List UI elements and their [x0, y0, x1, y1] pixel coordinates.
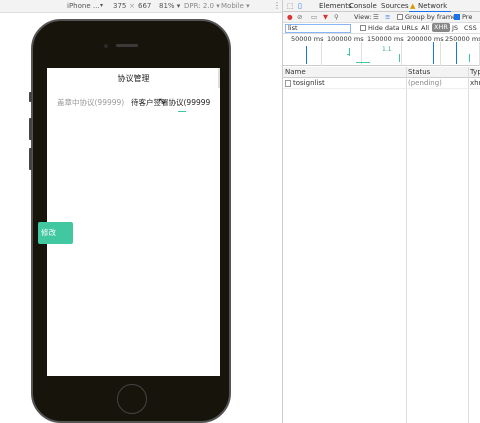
timeline-tick: 250000 ms — [445, 35, 480, 43]
mouse-cursor-icon: ↖ — [158, 97, 166, 107]
checkbox-icon — [360, 25, 366, 31]
device-toolbar: iPhone ... ▾ 375 × 667 81% ▾ DPR: 2.0 ▾ … — [0, 0, 282, 13]
dpr-select[interactable]: DPR: 2.0 ▾ — [184, 2, 220, 10]
checkbox-icon — [454, 14, 460, 20]
gridline — [440, 42, 441, 66]
filter-css[interactable]: CSS — [464, 24, 477, 32]
tab-console[interactable]: Console — [349, 2, 377, 10]
phone-screen: 协议管理 盖章中协议(99999) 待客户签署协议(99999 ↖ — [47, 68, 220, 376]
mute-switch — [29, 92, 32, 102]
waterfall-view-icon[interactable]: ≡ — [385, 13, 390, 21]
request-bar — [433, 42, 434, 64]
request-bar — [306, 46, 307, 64]
network-toolbar: ● ⊘ ▭ ▼ ⚲ View: ☰ ≡ Group by frame Pre — [283, 12, 480, 23]
volume-down-button — [29, 148, 32, 170]
timeline-tick: 150000 ms — [367, 35, 404, 43]
device-toggle-icon[interactable]: ▯ — [298, 2, 302, 10]
tab-sealing-agreements[interactable]: 盖章中协议(99999) — [57, 97, 124, 108]
checkbox-icon — [397, 14, 403, 20]
search-icon[interactable]: ⚲ — [334, 13, 339, 21]
timeline-marker-label: 1.1 — [382, 46, 392, 53]
table-row[interactable]: tosignlist (pending) xhr — [283, 78, 480, 89]
hide-data-urls-label: Hide data URLs — [368, 24, 418, 32]
tab-pending-customer-signature[interactable]: 待客户签署协议(99999 — [131, 97, 210, 108]
filter-bar: list Hide data URLs All XHR JS CSS — [283, 23, 480, 34]
document-icon — [285, 80, 291, 87]
column-header-type[interactable]: Typ — [470, 68, 480, 76]
tab-elements[interactable]: Elements — [319, 2, 352, 10]
column-header-name[interactable]: Name — [285, 68, 306, 76]
active-tab-indicator — [178, 111, 186, 112]
request-bar — [356, 62, 370, 63]
network-overview[interactable]: 50000 ms 100000 ms 150000 ms 200000 ms 2… — [283, 34, 480, 66]
preserve-log-label: Pre — [462, 13, 473, 21]
tab-network[interactable]: Network — [418, 2, 447, 10]
warning-icon: ▲ — [410, 2, 416, 10]
request-bar — [469, 54, 470, 62]
list-view-icon[interactable]: ☰ — [373, 13, 379, 21]
column-divider[interactable] — [468, 67, 469, 423]
clear-icon[interactable]: ⊘ — [297, 13, 302, 21]
gridline — [321, 42, 322, 66]
requests-table-header: Name Status Typ — [283, 67, 480, 78]
filter-all[interactable]: All — [421, 24, 429, 32]
device-model-select[interactable]: iPhone ... — [67, 2, 100, 10]
timeline-tick: 50000 ms — [291, 35, 324, 43]
record-icon[interactable]: ● — [287, 13, 293, 21]
request-status: (pending) — [408, 79, 442, 87]
viewport-height-field[interactable]: 667 — [138, 2, 151, 10]
request-bar — [349, 48, 350, 56]
group-by-frame-checkbox[interactable]: Group by frame — [397, 13, 456, 21]
home-button[interactable] — [117, 384, 147, 414]
filter-input[interactable]: list — [285, 24, 351, 33]
volume-up-button — [29, 118, 32, 140]
request-type: xhr — [470, 79, 480, 87]
filter-xhr[interactable]: XHR — [432, 23, 450, 32]
phone-speaker — [116, 44, 138, 47]
request-bar — [456, 42, 457, 64]
scrollbar[interactable] — [218, 68, 220, 88]
gridline — [401, 42, 402, 66]
timeline-tick: 200000 ms — [407, 35, 444, 43]
page-title: 协议管理 — [117, 74, 150, 83]
front-camera — [104, 44, 108, 48]
timeline-tick: 100000 ms — [327, 35, 364, 43]
view-label: View: — [354, 13, 372, 21]
more-options-icon[interactable]: ⋮ — [273, 1, 281, 10]
column-divider[interactable] — [406, 67, 407, 423]
column-header-status[interactable]: Status — [408, 68, 430, 76]
tab-sources[interactable]: Sources — [381, 2, 409, 10]
filter-js[interactable]: JS — [452, 24, 458, 32]
edit-button[interactable]: 修改 — [38, 222, 73, 244]
filter-icon[interactable]: ▼ — [323, 13, 328, 21]
preserve-log-checkbox[interactable]: Pre — [454, 13, 472, 21]
viewport-width-field[interactable]: 375 — [113, 2, 126, 10]
hide-data-urls-checkbox[interactable]: Hide data URLs — [360, 24, 418, 32]
chevron-down-icon[interactable]: ▾ — [100, 2, 103, 9]
zoom-select[interactable]: 81% ▾ — [159, 2, 180, 10]
device-type-select[interactable]: Mobile ▾ — [221, 2, 250, 10]
dimension-separator: × — [129, 2, 135, 10]
request-name: tosignlist — [293, 79, 325, 87]
request-bar — [399, 54, 400, 62]
inspect-element-icon[interactable]: ⬚ — [287, 2, 294, 10]
screenshot-icon[interactable]: ▭ — [311, 13, 317, 21]
group-by-frame-label: Group by frame — [405, 13, 457, 21]
devtools-tabbar: ⬚ ▯ Elements Console Sources ▲ Network — [283, 0, 480, 12]
